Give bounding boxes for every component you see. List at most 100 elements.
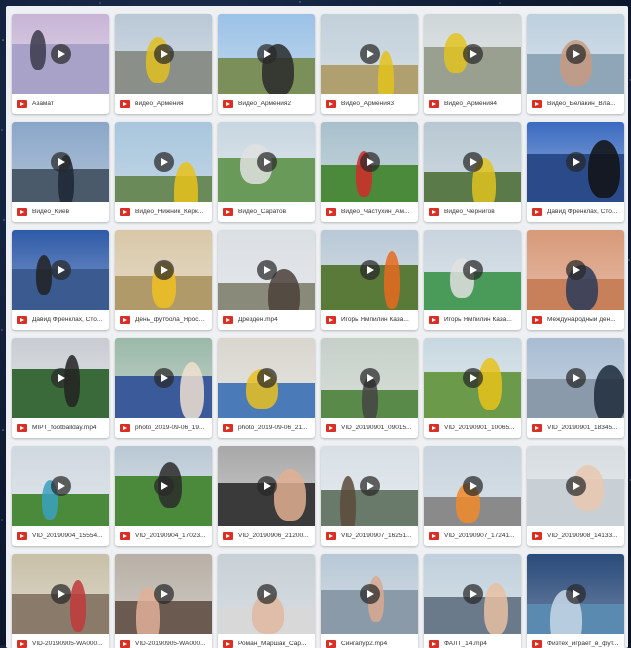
video-file-card[interactable]: Видео_Чернигов <box>424 122 521 222</box>
video-file-icon <box>326 424 336 432</box>
video-file-card[interactable]: VID_20190901_09015... <box>321 338 418 438</box>
video-file-card[interactable]: видео_Армения <box>115 14 212 114</box>
play-icon[interactable] <box>565 152 586 172</box>
video-file-card[interactable]: Видео_Частухин_Ам... <box>321 122 418 222</box>
file-name: Видео_Армения3 <box>341 100 394 107</box>
video-file-card[interactable]: Видео_Саратов <box>218 122 315 222</box>
video-file-card[interactable]: photo_2019-09-06_21... <box>218 338 315 438</box>
video-file-card[interactable]: photo_2019-09-06_19... <box>115 338 212 438</box>
play-icon[interactable] <box>50 152 71 172</box>
video-thumbnail <box>218 338 315 418</box>
video-file-icon <box>120 100 130 108</box>
play-icon[interactable] <box>462 476 483 496</box>
video-thumbnail <box>12 14 109 94</box>
video-file-card[interactable]: Давид Френклах, Сто... <box>12 230 109 330</box>
file-caption: VID-20190905-WA000... <box>12 634 109 648</box>
play-icon[interactable] <box>256 44 277 64</box>
video-file-card[interactable]: Игорь Ямпилин Каза... <box>321 230 418 330</box>
play-icon[interactable] <box>50 44 71 64</box>
video-file-card[interactable]: VID_20190901_18345... <box>527 338 624 438</box>
video-file-card[interactable]: VID-20190905-WA000... <box>12 554 109 648</box>
play-icon[interactable] <box>462 584 483 604</box>
play-icon[interactable] <box>256 152 277 172</box>
video-file-card[interactable]: Видео_Нижник_Керк... <box>115 122 212 222</box>
video-file-card[interactable]: Видео_Армения4 <box>424 14 521 114</box>
video-thumbnail <box>527 122 624 202</box>
video-file-card[interactable]: Физтех_играет_в_фут... <box>527 554 624 648</box>
video-file-card[interactable]: VID-20190905-WA000... <box>115 554 212 648</box>
video-file-card[interactable]: Давид Френклах, Сто... <box>527 122 624 222</box>
video-file-card[interactable]: Видео_Киев <box>12 122 109 222</box>
video-file-icon <box>532 208 542 216</box>
video-thumbnail <box>12 446 109 526</box>
file-name: VID_20190904_17023... <box>135 532 206 539</box>
play-icon[interactable] <box>359 368 380 388</box>
file-name: Азамат <box>32 100 54 107</box>
play-icon[interactable] <box>359 152 380 172</box>
video-file-card[interactable]: VID_20190904_15554... <box>12 446 109 546</box>
video-file-card[interactable]: Дрезден.mp4 <box>218 230 315 330</box>
video-file-card[interactable]: Видео_Армения3 <box>321 14 418 114</box>
play-icon[interactable] <box>565 368 586 388</box>
play-icon[interactable] <box>565 584 586 604</box>
play-icon[interactable] <box>359 260 380 280</box>
video-file-icon <box>429 208 439 216</box>
play-icon[interactable] <box>359 44 380 64</box>
play-icon[interactable] <box>50 584 71 604</box>
play-icon[interactable] <box>359 584 380 604</box>
video-thumbnail <box>115 446 212 526</box>
file-name: VID_20190904_15554... <box>32 532 103 539</box>
video-thumbnail <box>321 230 418 310</box>
file-caption: Видео_Чернигов <box>424 202 521 222</box>
video-thumbnail <box>527 230 624 310</box>
file-caption: VID_20190907_16251... <box>321 526 418 546</box>
video-file-card[interactable]: MIPT_footballday.mp4 <box>12 338 109 438</box>
video-file-card[interactable]: ФАЛТ_14.mp4 <box>424 554 521 648</box>
video-file-card[interactable]: VID_20190908_14133... <box>527 446 624 546</box>
play-icon[interactable] <box>153 260 174 280</box>
video-file-card[interactable]: Видео_Белакин_Вла... <box>527 14 624 114</box>
video-file-card[interactable]: Роман_Маршак_Сар... <box>218 554 315 648</box>
play-icon[interactable] <box>565 44 586 64</box>
file-caption: Видео_Армения3 <box>321 94 418 114</box>
play-icon[interactable] <box>50 368 71 388</box>
play-icon[interactable] <box>565 476 586 496</box>
play-icon[interactable] <box>256 584 277 604</box>
play-icon[interactable] <box>153 476 174 496</box>
play-icon[interactable] <box>462 44 483 64</box>
play-icon[interactable] <box>565 260 586 280</box>
video-thumbnail <box>115 338 212 418</box>
video-file-icon <box>326 208 336 216</box>
file-name: photo_2019-09-06_19... <box>135 424 205 431</box>
video-file-card[interactable]: Видео_Армения2 <box>218 14 315 114</box>
video-file-card[interactable]: Азамат <box>12 14 109 114</box>
play-icon[interactable] <box>50 476 71 496</box>
video-file-icon <box>223 316 233 324</box>
video-file-card[interactable]: День_футбола_Яросл... <box>115 230 212 330</box>
play-icon[interactable] <box>256 368 277 388</box>
file-name: VID_20190906_21200... <box>238 532 309 539</box>
video-file-icon <box>223 640 233 648</box>
play-icon[interactable] <box>256 476 277 496</box>
play-icon[interactable] <box>153 44 174 64</box>
video-file-icon <box>120 424 130 432</box>
play-icon[interactable] <box>50 260 71 280</box>
video-file-card[interactable]: VID_20190907_16251... <box>321 446 418 546</box>
play-icon[interactable] <box>462 152 483 172</box>
video-thumbnail-grid: Азамат видео_Армения Видео_Армения2 Видео_А… <box>12 14 624 648</box>
video-file-card[interactable]: VID_20190906_21200... <box>218 446 315 546</box>
video-file-card[interactable]: Игорь Ямпилин Каза... <box>424 230 521 330</box>
play-icon[interactable] <box>462 368 483 388</box>
play-icon[interactable] <box>462 260 483 280</box>
video-file-card[interactable]: Международный ден... <box>527 230 624 330</box>
play-icon[interactable] <box>153 152 174 172</box>
play-icon[interactable] <box>153 368 174 388</box>
video-file-icon <box>532 316 542 324</box>
video-file-card[interactable]: Сингапур2.mp4 <box>321 554 418 648</box>
video-file-card[interactable]: VID_20190904_17023... <box>115 446 212 546</box>
video-file-card[interactable]: VID_20190901_10065... <box>424 338 521 438</box>
video-file-card[interactable]: VID_20190907_17241... <box>424 446 521 546</box>
play-icon[interactable] <box>256 260 277 280</box>
play-icon[interactable] <box>153 584 174 604</box>
play-icon[interactable] <box>359 476 380 496</box>
